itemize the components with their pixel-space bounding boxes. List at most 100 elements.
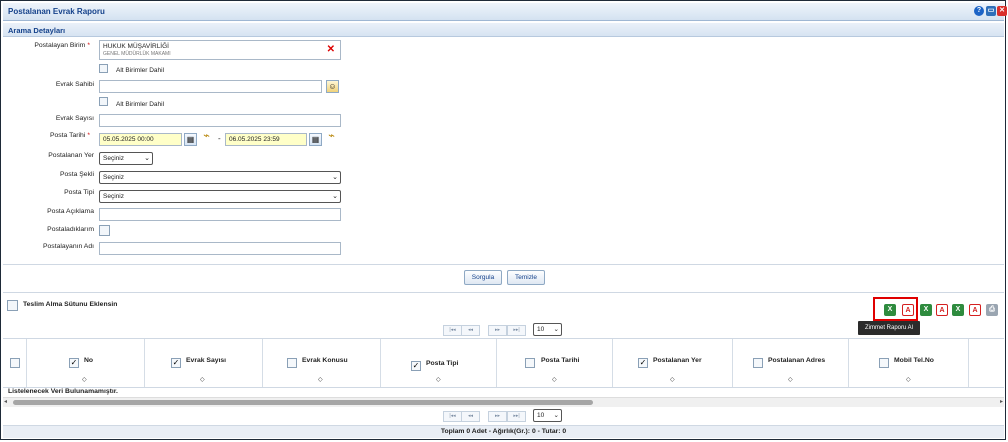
posta-tipi-select[interactable]: Seçiniz ⌄ <box>99 190 341 203</box>
start-date-input[interactable]: 05.05.2025 00:00 <box>99 133 182 146</box>
form-divider <box>3 264 1004 265</box>
sort-icon[interactable]: ◇ <box>318 376 323 383</box>
column-label: Postalanan Adres <box>768 357 826 364</box>
postalanan-yer-select[interactable]: Seçiniz ⌄ <box>99 152 153 165</box>
postalayanin-adi-label: Postalayanın Adı <box>42 243 94 250</box>
evrak-sahibi-label: Evrak Sahibi <box>55 81 94 88</box>
empty-message: Listelenecek Veri Bulunamamıştır. <box>8 388 118 395</box>
grid-header: ✓ No ◇ ✓ Evrak Sayısı ◇ Evrak Konusu ◇ ✓… <box>3 338 1004 388</box>
column-checkbox[interactable] <box>879 358 889 368</box>
column-checkbox[interactable]: ✓ <box>69 358 79 368</box>
sort-icon[interactable]: ◇ <box>436 376 441 383</box>
pdf-icon[interactable]: A <box>936 304 948 316</box>
alt-birimler-label-2: Alt Birimler Dahil <box>116 101 165 108</box>
column-mobil-tel[interactable]: Mobil Tel.No ◇ <box>849 339 969 387</box>
next-page-button[interactable]: ▸▸ <box>488 325 507 336</box>
highlight-rectangle <box>873 297 918 321</box>
select-all-checkbox[interactable] <box>10 358 20 368</box>
column-postalanan-adres[interactable]: Postalanan Adres ◇ <box>733 339 849 387</box>
user-lookup-icon[interactable]: ☺ <box>326 80 339 93</box>
search-details-header: Arama Detayları <box>3 23 1004 37</box>
chevron-down-icon: ⌄ <box>144 155 150 162</box>
end-date-input[interactable]: 06.05.2025 23:59 <box>225 133 307 146</box>
end-clear-broom-icon[interactable]: ⌁ <box>324 131 339 147</box>
posta-tarihi-label: Posta Tarihi * <box>49 132 90 139</box>
sort-icon[interactable]: ◇ <box>200 376 205 383</box>
grid-footer: Toplam 0 Adet - Ağırlık(Gr.): 0 - Tutar:… <box>3 425 1004 438</box>
posta-aciklama-input[interactable] <box>99 208 341 221</box>
teslim-alma-label: Teslim Alma Sütunu Eklensin <box>23 301 118 308</box>
start-clear-broom-icon[interactable]: ⌁ <box>199 131 214 147</box>
evrak-sayisi-input[interactable] <box>99 114 341 127</box>
teslim-alma-checkbox[interactable] <box>7 300 18 311</box>
window-titlebar: Postalanan Evrak Raporu ? ▭ ✕ <box>3 3 1007 21</box>
sorgula-button[interactable]: Sorgula <box>464 270 502 285</box>
alt-birimler-label-1: Alt Birimler Dahil <box>116 67 165 74</box>
column-no[interactable]: ✓ No ◇ <box>27 339 145 387</box>
alt-birimler-checkbox-1[interactable] <box>99 64 108 73</box>
postaladiklarim-checkbox[interactable] <box>99 225 110 236</box>
chevron-down-icon: ⌄ <box>553 412 559 419</box>
help-icon[interactable]: ? <box>974 6 984 16</box>
chevron-down-icon: ⌄ <box>332 174 338 181</box>
column-postalanan-yer[interactable]: ✓ Postalanan Yer ◇ <box>613 339 733 387</box>
sort-icon[interactable]: ◇ <box>82 376 87 383</box>
end-calendar-icon[interactable]: ▦ <box>309 133 322 146</box>
sort-icon[interactable]: ◇ <box>670 376 675 383</box>
tooltip: Zimmet Raporu Al <box>858 321 920 335</box>
print-icon[interactable]: ⎙ <box>986 304 998 316</box>
column-checkbox[interactable]: ✓ <box>638 358 648 368</box>
postaladiklarim-label: Postaladıklarım <box>47 226 94 233</box>
sort-icon[interactable]: ◇ <box>552 376 557 383</box>
scrollbar-thumb[interactable] <box>13 400 593 405</box>
prev-page-button-bottom[interactable]: ◂◂ <box>461 411 480 422</box>
column-checkbox[interactable]: ✓ <box>411 361 421 371</box>
column-checkbox[interactable] <box>525 358 535 368</box>
temizle-button[interactable]: Temizle <box>507 270 545 285</box>
page-size-select-bottom[interactable]: 10 ⌄ <box>533 409 562 422</box>
postalayan-birim-label: Postalayan Birim * <box>34 42 90 49</box>
scroll-left-icon[interactable]: ◂ <box>4 398 7 405</box>
column-posta-tarihi[interactable]: Posta Tarihi ◇ <box>497 339 613 387</box>
last-page-button-bottom[interactable]: ▸▸| <box>507 411 526 422</box>
alt-birimler-checkbox-2[interactable] <box>99 97 108 106</box>
posta-tipi-label: Posta Tipi <box>64 189 94 196</box>
postalayan-birim-field[interactable]: HUKUK MÜŞAVİRLİĞİ GENEL MÜDÜRLÜK MAKAMI … <box>99 40 341 60</box>
column-evrak-sayisi[interactable]: ✓ Evrak Sayısı ◇ <box>145 339 263 387</box>
column-checkbox[interactable] <box>753 358 763 368</box>
window-title: Postalanan Evrak Raporu <box>8 7 105 16</box>
pdf-all-icon[interactable]: A <box>969 304 981 316</box>
column-evrak-konusu[interactable]: Evrak Konusu ◇ <box>263 339 381 387</box>
posta-sekli-select[interactable]: Seçiniz ⌄ <box>99 171 341 184</box>
postalayanin-adi-input[interactable] <box>99 242 341 255</box>
sort-icon[interactable]: ◇ <box>788 376 793 383</box>
close-icon[interactable]: ✕ <box>997 6 1007 16</box>
birim-parent: GENEL MÜDÜRLÜK MAKAMI <box>103 51 171 57</box>
prev-page-button[interactable]: ◂◂ <box>461 325 480 336</box>
excel-all-icon[interactable]: X <box>952 304 964 316</box>
column-label: Mobil Tel.No <box>894 357 934 364</box>
column-label: Posta Tipi <box>426 360 459 367</box>
scroll-right-icon[interactable]: ▸ <box>1000 398 1003 405</box>
actions-divider <box>3 292 1004 293</box>
column-checkbox[interactable]: ✓ <box>171 358 181 368</box>
evrak-sahibi-input[interactable] <box>99 80 322 93</box>
birim-name: HUKUK MÜŞAVİRLİĞİ <box>103 43 169 50</box>
start-calendar-icon[interactable]: ▦ <box>184 133 197 146</box>
first-page-button[interactable]: |◂◂ <box>443 325 462 336</box>
clear-icon[interactable]: ✕ <box>327 44 335 55</box>
column-label: No <box>84 357 94 364</box>
next-page-button-bottom[interactable]: ▸▸ <box>488 411 507 422</box>
horizontal-scrollbar[interactable]: ◂ ▸ <box>3 397 1004 407</box>
chevron-down-icon: ⌄ <box>332 193 338 200</box>
column-posta-tipi[interactable]: ✓ Posta Tipi ◇ <box>381 339 497 387</box>
page-size-select[interactable]: 10 ⌄ <box>533 323 562 336</box>
sort-icon[interactable]: ◇ <box>906 376 911 383</box>
posta-sekli-label: Posta Şekli <box>59 171 94 178</box>
column-label: Evrak Konusu <box>302 357 348 364</box>
minimize-icon[interactable]: ▭ <box>986 6 996 16</box>
first-page-button-bottom[interactable]: |◂◂ <box>443 411 462 422</box>
column-checkbox[interactable] <box>287 358 297 368</box>
last-page-button[interactable]: ▸▸| <box>507 325 526 336</box>
excel-icon[interactable]: X <box>920 304 932 316</box>
